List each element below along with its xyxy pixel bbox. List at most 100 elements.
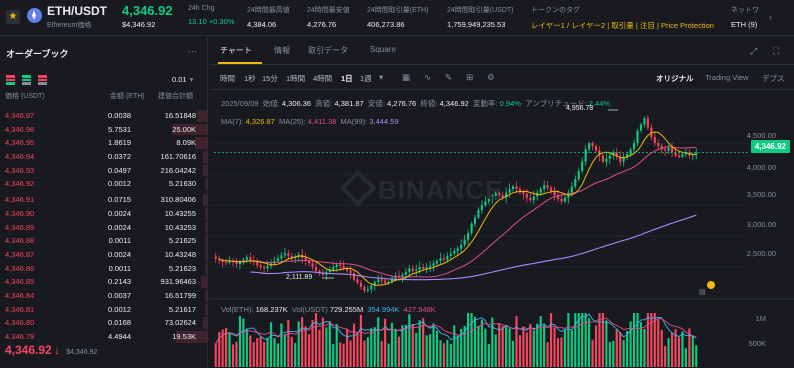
volume-bar [646,313,649,367]
ask-total: 5.21625 [168,236,196,246]
low-marker-label: 2,111.89 [286,274,313,281]
candle-body [581,161,584,171]
candle-body [532,196,535,201]
candle-body [570,186,573,193]
ask-row[interactable]: 4,346.87 0.0024 10.43248 [0,248,207,262]
ask-row[interactable]: 4,346.91 0.0715 310.80406 [0,193,207,207]
ask-row[interactable]: 4,346.97 0.0038 16.51848 [0,109,207,123]
volume-bar [397,336,401,367]
chart-panel: チャート 情報 取引データ Square ⤢ ⛶ 時間 1秒 15分 1時間 4… [210,37,794,368]
ask-row[interactable]: 4,346.96 5.7531 25.00K [0,123,207,137]
candle-body [543,185,546,189]
volume-bar [591,339,594,367]
ask-row[interactable]: 4,346.92 0.0012 5.21630 [0,177,207,191]
volume-bar [428,334,432,367]
ask-row[interactable]: 4,346.93 0.0497 216.04242 [0,164,207,178]
depth-bar [202,151,207,163]
candle-body [467,233,470,240]
candle-body [622,157,625,162]
precision-select[interactable]: 0.01 [172,75,193,84]
volume-bar [657,319,660,367]
token-tags-link[interactable]: レイヤー1 / レイヤー2 | 取引量 | 注目 | Price Protect… [531,20,714,31]
volume-bar [370,328,373,367]
candle-body [636,130,639,144]
candle-body [584,149,587,162]
ask-list: 4,346.97 0.0038 16.51848 4,346.96 5.7531 25.0… [0,109,207,344]
ask-row[interactable]: 4,346.89 0.0024 10.43253 [0,221,207,235]
candle-body [380,279,383,281]
candle-body [214,256,217,259]
ask-row[interactable]: 4,346.86 0.0011 5.21623 [0,262,207,276]
high-value: 4,381.87 [334,99,364,108]
ma99-value: 3,444.59 [369,117,399,126]
candle-body [529,197,532,201]
volume-bar [612,340,615,367]
vol-usdt-label: Vol(USDT) [291,305,328,314]
candle-body [681,154,684,157]
notification-icon[interactable] [707,281,715,289]
candle-body [601,155,605,162]
volume-bar [553,327,556,367]
chart-note-icon[interactable]: ▤ [699,288,707,297]
vol-tick-1m: 1M [755,314,766,323]
ask-total: 10.43255 [164,208,196,218]
candle-body [408,268,411,273]
ask-row[interactable]: 4,346.79 4.4944 19.53K [0,330,207,344]
volume-bar [425,335,428,367]
stat-value: 1,759,949,235.53 [447,20,506,29]
stat-token-tags: トークンのタグ レイヤー1 / レイヤー2 | 取引量 | 注目 | Price… [531,5,714,31]
ask-row[interactable]: 4,346.95 1.8619 8.09K [0,136,207,150]
ask-total: 310.80406 [160,195,196,205]
eth-logo-icon [27,8,42,23]
candle-body [266,265,269,269]
ask-row[interactable]: 4,346.84 0.0037 16.51799 [0,289,207,303]
depth-bar [194,137,207,150]
order-book-panel: オーダーブック ··· 0.01 価格 (USDT) 金額 (ETH) 建値合計… [0,37,208,368]
both-sides-view-icon[interactable] [6,75,15,85]
volume-bar [380,341,383,367]
volume-bar [339,342,342,367]
depth-bar [202,164,207,177]
volume-bar [256,338,259,367]
favorite-star-icon[interactable]: ★ [6,10,20,24]
chevron-right-icon[interactable]: › [769,12,772,22]
volume-bar [377,317,380,367]
pair-name[interactable]: ETH/USDT [47,4,107,18]
candle-body [314,267,318,271]
volume-bar [439,340,442,367]
volume-bar [670,332,674,367]
ask-row[interactable]: 4,346.88 0.0011 5.21625 [0,234,207,248]
bids-view-icon[interactable] [22,75,31,85]
candle-body [411,268,414,271]
volume-bar [387,343,390,367]
ask-row[interactable]: 4,346.85 0.2143 931.96463 [0,275,207,289]
ma-info: MA(7): 4,326.87 MA(25): 4,411.38 MA(99):… [221,117,399,126]
last-price-usd: $4,346.92 [122,20,156,29]
stat-24h-volume-eth: 24時間取引量(ETH) 406,273.86 [367,5,428,29]
asks-view-icon[interactable] [38,75,47,85]
candle-body [515,186,518,189]
volume-bar [307,334,311,367]
change-label: 変動率: [472,99,498,108]
ask-price: 4,346.87 [5,249,35,259]
ask-total: 10.43248 [164,249,196,259]
stat-value: 4,276.76 [307,20,337,29]
ma99-line [250,214,697,281]
candle-body [249,257,252,261]
ask-amount: 0.0037 [108,290,131,300]
ask-row[interactable]: 4,346.81 0.0012 5.21617 [0,303,207,317]
depth-bar [204,248,207,261]
volume-bar [691,336,694,367]
pair-subtitle[interactable]: Ethereum価格 [47,20,91,30]
volume-bar [332,344,335,367]
volume-bar [335,324,338,367]
high-label: 高値: [315,99,333,108]
candle-body [263,267,266,269]
ask-price: 4,346.80 [5,318,35,328]
ask-row[interactable]: 4,346.80 0.0168 73.02624 [0,316,207,330]
ask-row[interactable]: 4,346.94 0.0372 161.70616 [0,150,207,164]
ask-row[interactable]: 4,346.90 0.0024 10.43255 [0,207,207,221]
more-options-icon[interactable]: ··· [188,46,197,56]
volume-bar [446,339,449,367]
candle-body [245,257,248,260]
